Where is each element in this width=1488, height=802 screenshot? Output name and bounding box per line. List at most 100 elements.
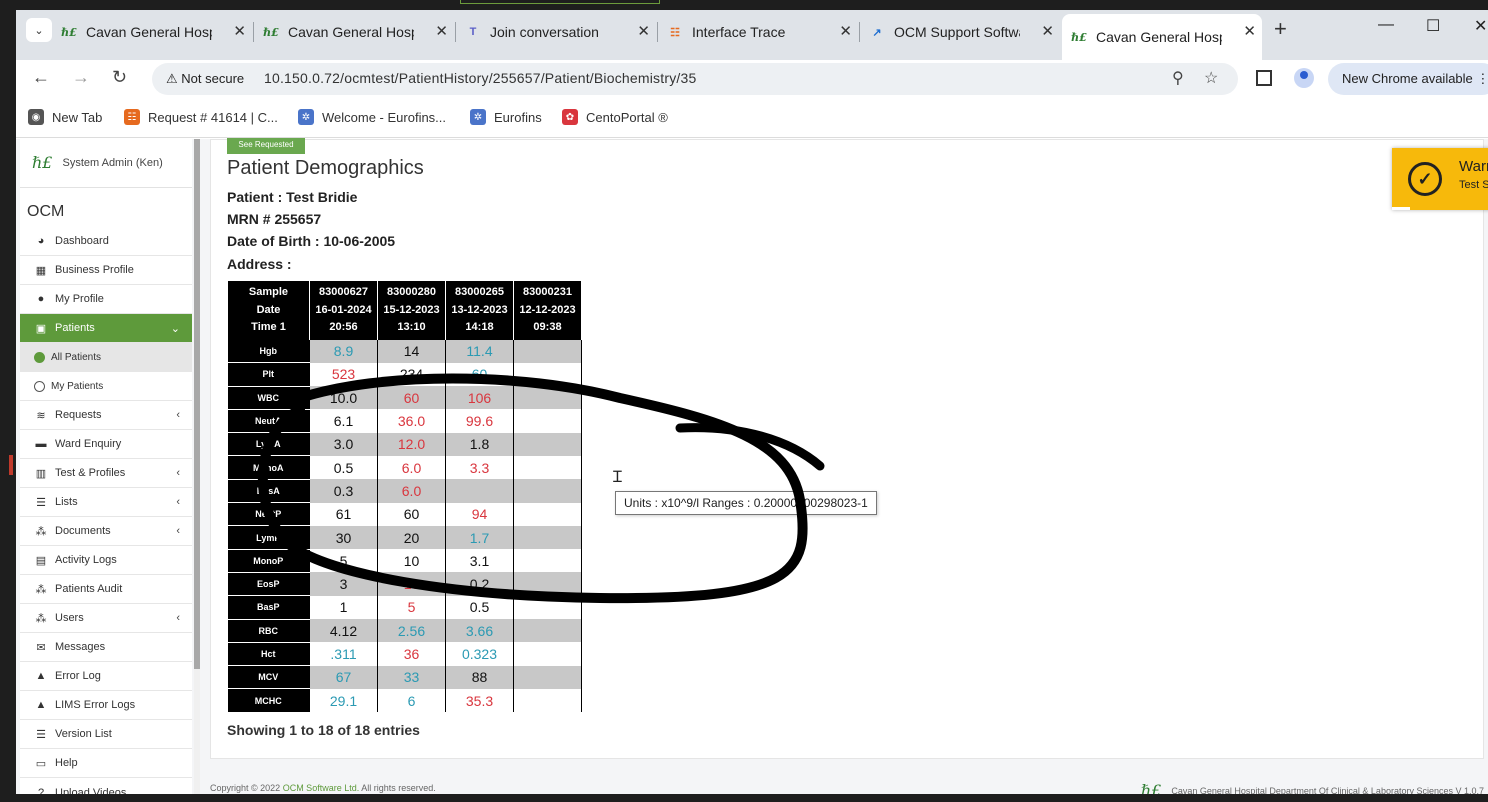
sidebar-item-my-profile[interactable]: ● My Profile — [20, 285, 192, 314]
tab-4[interactable]: ↗ OCM Support Softwa ✕ — [860, 14, 1060, 50]
bookmark-2[interactable]: ✲ Welcome - Eurofins... — [298, 109, 446, 125]
result-cell[interactable] — [513, 362, 582, 387]
result-cell[interactable]: 8.9 — [309, 339, 378, 363]
sidebar-item-activity-logs[interactable]: ▤ Activity Logs — [20, 546, 192, 575]
result-cell[interactable]: 67 — [309, 665, 378, 689]
sidebar-user[interactable]: ℏ£ System Admin (Ken) — [32, 153, 163, 172]
result-cell[interactable]: 5 — [377, 595, 446, 620]
header-sample-1[interactable]: 83000627 16-01-2024 20:56 — [309, 281, 378, 340]
tab-close-icon[interactable]: ✕ — [637, 22, 650, 40]
result-cell[interactable] — [513, 409, 582, 433]
header-sample-3[interactable]: 83000265 13-12-2023 14:18 — [445, 281, 514, 340]
result-cell[interactable]: 99.6 — [445, 409, 514, 433]
side-panel-icon[interactable] — [1256, 70, 1272, 86]
sidebar-item-patients-audit[interactable]: ⁂ Patients Audit — [20, 575, 192, 604]
not-secure-indicator[interactable]: ⚠ Not secure — [166, 71, 244, 87]
result-cell[interactable]: 12.0 — [377, 432, 446, 456]
tab-search-dropdown-icon[interactable]: ⌄ — [26, 18, 52, 42]
result-cell[interactable]: 14 — [377, 339, 446, 363]
result-cell[interactable]: 60 — [377, 386, 446, 410]
result-cell[interactable]: 3.0 — [309, 432, 378, 456]
result-cell[interactable] — [513, 619, 582, 643]
result-cell[interactable]: 3 — [309, 572, 378, 596]
omnibox[interactable]: ⚠ Not secure 10.150.0.72/ocmtest/Patient… — [152, 63, 1238, 95]
sidebar-item-users[interactable]: ⁂ Users ‹ — [20, 604, 192, 633]
zoom-icon[interactable]: ⚲ — [1172, 68, 1184, 88]
tab-close-icon[interactable]: ✕ — [233, 22, 246, 40]
result-cell[interactable]: 6.1 — [309, 409, 378, 433]
result-cell[interactable]: 0.3 — [309, 479, 378, 503]
sidebar-item-requests[interactable]: ≋ Requests ‹ — [20, 401, 192, 430]
result-cell[interactable]: 6.0 — [377, 455, 446, 480]
result-cell[interactable] — [513, 572, 582, 596]
result-cell[interactable] — [513, 432, 582, 456]
warning-toast[interactable]: ✓ Warning Test System × — [1392, 148, 1488, 210]
result-cell[interactable]: 4.12 — [309, 619, 378, 643]
see-requested-button[interactable]: See Requested — [227, 138, 305, 154]
bookmark-4[interactable]: ✿ CentoPortal ® — [562, 109, 668, 125]
sidebar-item-dashboard[interactable]: ◕ Dashboard — [20, 227, 192, 256]
sidebar-item-ward-enquiry[interactable]: ▬ Ward Enquiry — [20, 430, 192, 459]
company-link[interactable]: OCM Software Ltd. — [283, 783, 360, 793]
minimize-icon[interactable]: — — [1378, 16, 1394, 34]
result-cell[interactable]: 36.0 — [377, 409, 446, 433]
result-cell[interactable] — [513, 525, 582, 550]
sidebar-item-help[interactable]: ▭ Help — [20, 749, 192, 778]
bookmark-star-icon[interactable]: ☆ — [1204, 68, 1218, 88]
tab-3[interactable]: ☷ Interface Trace ✕ — [658, 14, 858, 50]
tab-1[interactable]: ℏ£ Cavan General Hospi ✕ — [254, 14, 454, 50]
result-cell[interactable] — [513, 479, 582, 503]
tab-close-icon[interactable]: ✕ — [839, 22, 852, 40]
result-cell[interactable]: 60 — [445, 362, 514, 387]
result-cell[interactable] — [513, 595, 582, 620]
sidebar-item-lims-error-logs[interactable]: ▲ LIMS Error Logs — [20, 691, 192, 720]
result-cell[interactable]: 6 — [377, 688, 446, 713]
result-cell[interactable]: 94 — [445, 502, 514, 526]
result-cell[interactable]: 0.2 — [445, 572, 514, 596]
result-cell[interactable]: 20 — [377, 525, 446, 550]
result-cell[interactable] — [513, 386, 582, 410]
sidebar-item-test-profiles[interactable]: ▥ Test & Profiles ‹ — [20, 459, 192, 488]
reload-icon[interactable]: ↻ — [112, 67, 127, 88]
header-sample-2[interactable]: 83000280 15-12-2023 13:10 — [377, 281, 446, 340]
result-cell[interactable]: 3.3 — [445, 455, 514, 480]
result-cell[interactable]: 523 — [309, 362, 378, 387]
header-sample-4[interactable]: 83000231 12-12-2023 09:38 — [513, 281, 582, 340]
back-icon[interactable]: ← — [32, 67, 50, 88]
bookmark-0[interactable]: ◉ New Tab — [28, 109, 102, 125]
result-cell[interactable]: 5 — [309, 549, 378, 573]
result-cell[interactable]: 10 — [377, 549, 446, 573]
result-cell[interactable] — [513, 665, 582, 689]
close-window-icon[interactable]: ✕ — [1474, 16, 1487, 36]
profile-avatar-icon[interactable] — [1294, 68, 1314, 88]
result-cell[interactable]: 88 — [445, 665, 514, 689]
tab-close-icon[interactable]: ✕ — [435, 22, 448, 40]
result-cell[interactable]: 35.3 — [445, 688, 514, 713]
sidebar-item-version-list[interactable]: ☰ Version List — [20, 720, 192, 749]
result-cell[interactable]: 36 — [377, 642, 446, 666]
result-cell[interactable]: 3.66 — [445, 619, 514, 643]
tab-2[interactable]: T Join conversation ✕ — [456, 14, 656, 50]
result-cell[interactable]: 10.0 — [309, 386, 378, 410]
sidebar-item-business-profile[interactable]: ▦ Business Profile — [20, 256, 192, 285]
sidebar-item-all-patients[interactable]: All Patients — [20, 343, 192, 372]
sidebar-item-lists[interactable]: ☰ Lists ‹ — [20, 488, 192, 517]
forward-icon[interactable]: → — [72, 67, 90, 88]
sidebar-item-error-log[interactable]: ▲ Error Log — [20, 662, 192, 691]
result-cell[interactable]: 0.5 — [445, 595, 514, 620]
result-cell[interactable]: 1.7 — [445, 525, 514, 550]
result-cell[interactable] — [513, 549, 582, 573]
new-tab-button[interactable]: + — [1274, 16, 1287, 42]
result-cell[interactable]: 60 — [377, 502, 446, 526]
sidebar-scrollbar[interactable] — [194, 139, 200, 802]
tab-close-icon[interactable]: ✕ — [1243, 22, 1256, 40]
result-cell[interactable] — [513, 502, 582, 526]
result-cell[interactable]: 0.5 — [309, 455, 378, 480]
sidebar-item-my-patients[interactable]: My Patients — [20, 372, 192, 401]
new-chrome-available-button[interactable]: New Chrome available ⋮ — [1328, 63, 1488, 95]
sidebar-item-messages[interactable]: ✉ Messages — [20, 633, 192, 662]
result-cell[interactable]: 1 — [309, 595, 378, 620]
result-cell[interactable]: 2.56 — [377, 619, 446, 643]
result-cell[interactable]: 33 — [377, 665, 446, 689]
sidebar-item-documents[interactable]: ⁂ Documents ‹ — [20, 517, 192, 546]
